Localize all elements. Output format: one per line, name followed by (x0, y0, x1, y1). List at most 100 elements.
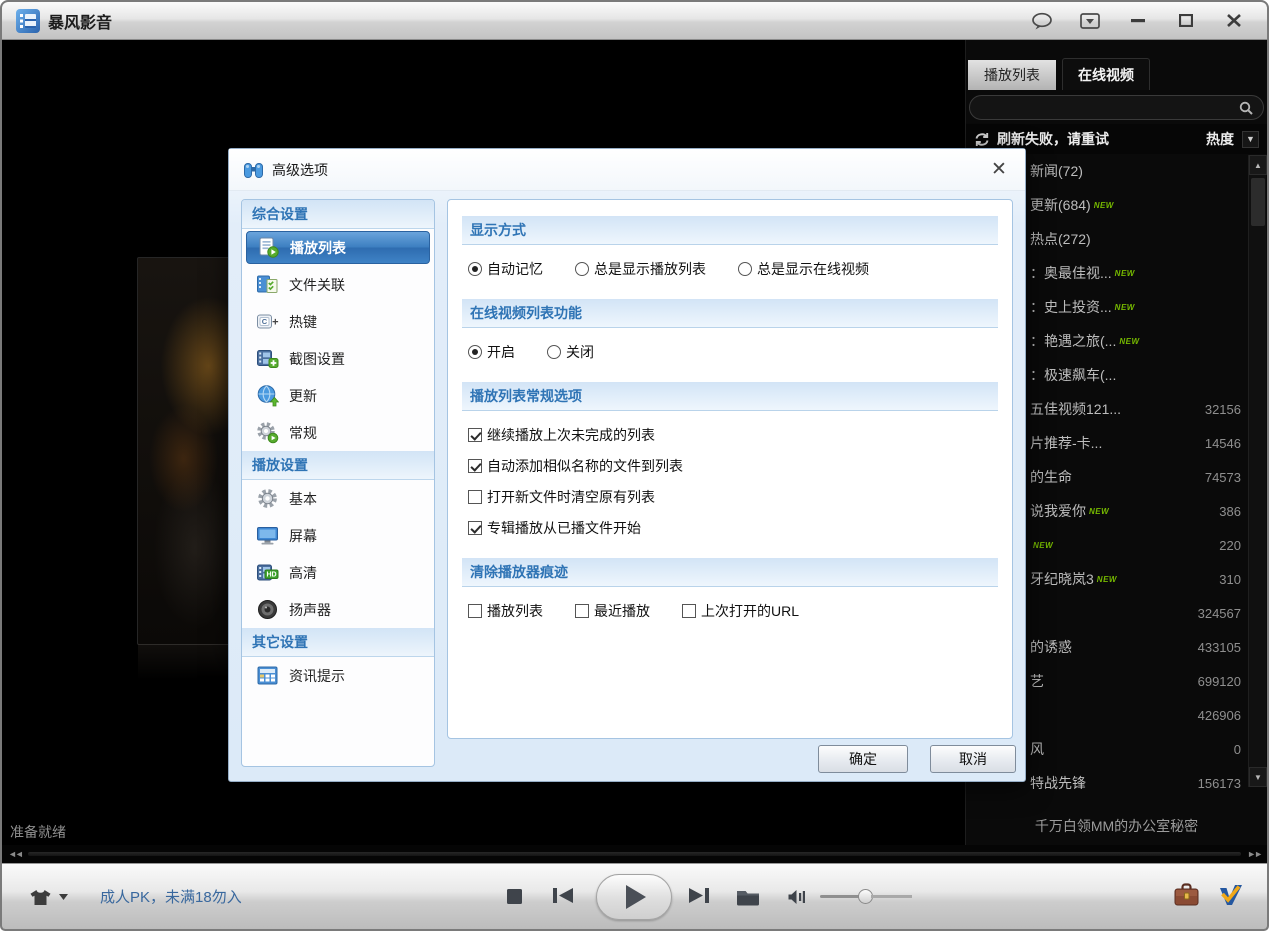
radio-mark[interactable] (547, 345, 561, 359)
checkbox-option[interactable]: 自动添加相似名称的文件到列表 (468, 456, 683, 476)
sidebar-item-playlist[interactable]: 播放列表 (246, 231, 430, 264)
dialog-close-icon[interactable]: ✕ (987, 158, 1011, 182)
scroll-thumb[interactable] (1251, 178, 1265, 226)
scrollbar[interactable]: ▲ ▼ (1248, 155, 1266, 787)
checkbox-option[interactable]: 播放列表 (468, 601, 543, 621)
refresh-icon[interactable] (974, 132, 990, 147)
checkbox-mark[interactable] (468, 459, 482, 473)
feedback-bubble-icon[interactable] (1031, 11, 1053, 31)
status-text: 准备就绪 (10, 822, 66, 842)
volume-thumb[interactable] (858, 889, 873, 904)
radio-option[interactable]: 开启 (468, 342, 515, 362)
speaker-icon (256, 598, 279, 621)
list-item-title: 更新(684) (1030, 195, 1091, 215)
content-section-header: 显示方式 (462, 216, 998, 245)
sidebar-item-hd[interactable]: HD高清 (242, 554, 434, 591)
previous-button[interactable] (552, 887, 574, 904)
option-label: 最近播放 (594, 601, 650, 621)
sidebar-item-screenshot[interactable]: 截图设置 (242, 340, 434, 377)
next-button[interactable] (688, 887, 710, 904)
search-bar[interactable] (969, 95, 1264, 120)
rewind-icon[interactable]: ◄◄ (8, 849, 22, 859)
close-button[interactable] (1223, 11, 1245, 31)
volume-icon[interactable] (788, 889, 807, 905)
sidebar-item-label: 更新 (289, 386, 317, 406)
ok-button[interactable]: 确定 (818, 745, 908, 773)
svg-text:C: C (262, 317, 268, 326)
sidebar-item-hotkey[interactable]: C+热键 (242, 303, 434, 340)
list-item-title: ：史上投资... (1030, 297, 1112, 317)
sidebar-item-label: 屏幕 (289, 526, 317, 546)
cancel-button[interactable]: 取消 (930, 745, 1016, 773)
list-item-title: 片推荐-卡... (1030, 433, 1102, 453)
playlist-icon (257, 236, 280, 259)
list-item-title: 说我爱你 (1030, 501, 1086, 521)
sidebar-item-label: 常规 (289, 423, 317, 443)
checkbox-option[interactable]: 最近播放 (575, 601, 650, 621)
checkbox-mark[interactable] (682, 604, 696, 618)
sidebar-item-basic[interactable]: 基本 (242, 480, 434, 517)
ticker-text[interactable]: 千万白领MM的办公室秘密 (966, 807, 1267, 845)
radio-option[interactable]: 总是显示播放列表 (575, 259, 706, 279)
search-icon[interactable] (1239, 101, 1253, 115)
search-input[interactable] (980, 100, 1239, 115)
open-folder-button[interactable] (736, 888, 760, 906)
sidebar-item-general[interactable]: 常规 (242, 414, 434, 451)
radio-mark[interactable] (468, 345, 482, 359)
stop-button[interactable] (507, 889, 522, 904)
list-item-title: 艺 (1030, 671, 1044, 691)
scroll-up-icon[interactable]: ▲ (1249, 155, 1267, 175)
promo-link[interactable]: 成人PK，未满18勿入 (100, 886, 242, 907)
panel-toggle-icon[interactable] (1079, 11, 1101, 31)
sort-dropdown-icon[interactable]: ▼ (1242, 131, 1259, 148)
radio-mark[interactable] (575, 262, 589, 276)
radio-option[interactable]: 关闭 (547, 342, 594, 362)
option-row: 开启 关闭 (460, 328, 1000, 368)
sidebar-item-update[interactable]: 更新 (242, 377, 434, 414)
radio-mark[interactable] (738, 262, 752, 276)
toolbox-icon[interactable] (1174, 883, 1199, 907)
checkbox-mark[interactable] (468, 604, 482, 618)
tab-online-video[interactable]: 在线视频 (1062, 58, 1150, 90)
tab-playlist[interactable]: 播放列表 (968, 60, 1056, 90)
hotkey-icon: C+ (256, 310, 279, 333)
favorites-check-icon[interactable] (1218, 883, 1243, 907)
refresh-status[interactable]: 刷新失败，请重试 (997, 129, 1109, 149)
option-label: 播放列表 (487, 601, 543, 621)
checkbox-mark[interactable] (468, 428, 482, 442)
play-button[interactable] (596, 874, 672, 920)
volume-slider[interactable] (820, 895, 912, 898)
dialog-content: 显示方式自动记忆总是显示播放列表总是显示在线视频在线视频列表功能开启关闭播放列表… (447, 199, 1013, 739)
radio-option[interactable]: 自动记忆 (468, 259, 543, 279)
sidebar-item-speaker[interactable]: 扬声器 (242, 591, 434, 628)
forward-icon[interactable]: ►► (1247, 849, 1261, 859)
sidebar-item-screen[interactable]: 屏幕 (242, 517, 434, 554)
control-bar: 成人PK，未满18勿入 (2, 863, 1267, 929)
panel-tabs: 播放列表 在线视频 (966, 58, 1267, 90)
scroll-down-icon[interactable]: ▼ (1249, 767, 1267, 787)
list-item-heat-value: 699120 (1198, 674, 1241, 689)
sidebar-item-news[interactable]: 资讯提示 (242, 657, 434, 694)
checkbox-option[interactable]: 专辑播放从已播文件开始 (468, 518, 641, 538)
volume-track[interactable] (820, 895, 912, 898)
list-item-heat-value: 386 (1219, 504, 1241, 519)
list-item-title: 的诱惑 (1030, 637, 1072, 657)
checkbox-mark[interactable] (575, 604, 589, 618)
skin-icon[interactable] (30, 889, 51, 906)
maximize-button[interactable] (1175, 11, 1197, 31)
skin-dropdown-icon[interactable] (59, 894, 68, 900)
checkbox-option[interactable]: 打开新文件时清空原有列表 (468, 487, 655, 507)
sidebar-item-file-association[interactable]: 文件关联 (242, 266, 434, 303)
checkbox-mark[interactable] (468, 521, 482, 535)
radio-option[interactable]: 总是显示在线视频 (738, 259, 869, 279)
radio-mark[interactable] (468, 262, 482, 276)
checkbox-option[interactable]: 继续播放上次未完成的列表 (468, 425, 655, 445)
checkbox-option[interactable]: 上次打开的URL (682, 601, 799, 621)
minimize-button[interactable] (1127, 11, 1149, 31)
checkbox-mark[interactable] (468, 490, 482, 504)
seek-track[interactable] (28, 852, 1241, 856)
content-section-header: 播放列表常规选项 (462, 382, 998, 411)
list-item-heat-value: 310 (1219, 572, 1241, 587)
sort-label[interactable]: 热度 (1206, 129, 1234, 149)
list-item-title: 新闻(72) (1030, 161, 1083, 181)
